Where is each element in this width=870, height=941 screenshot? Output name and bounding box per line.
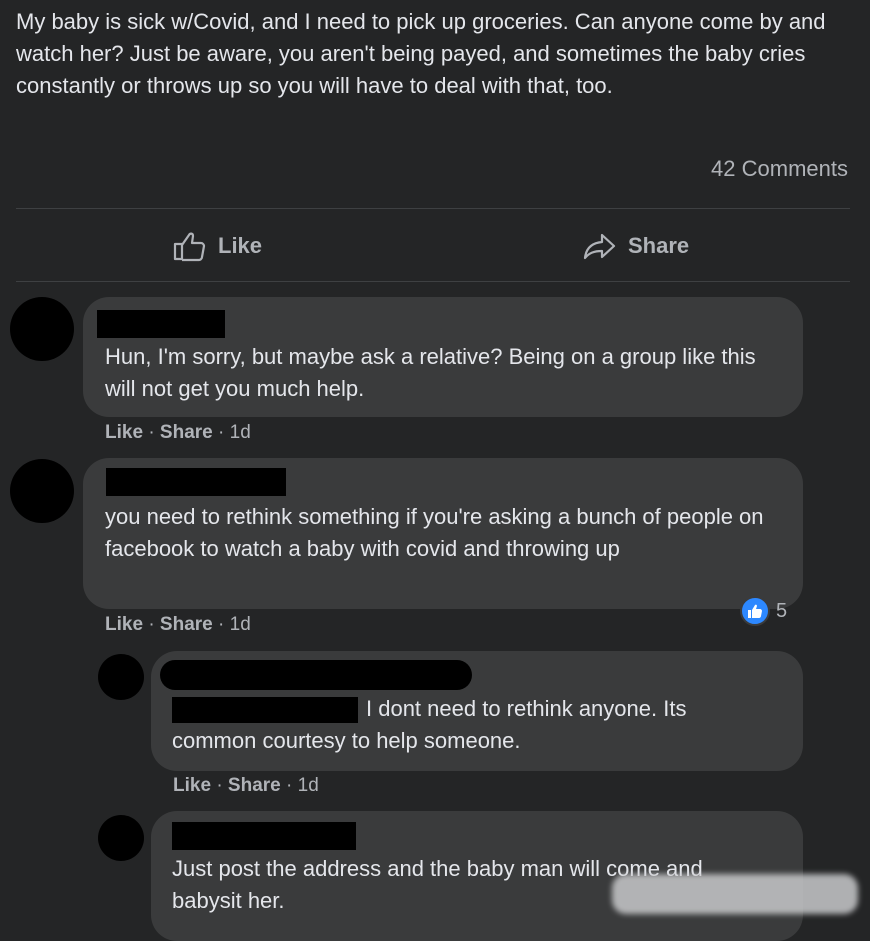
share-arrow-icon xyxy=(582,230,618,262)
share-button[interactable]: Share xyxy=(582,226,689,266)
comment-text: Hun, I'm sorry, but maybe ask a relative… xyxy=(105,344,756,401)
comment-share-link[interactable]: Share xyxy=(228,775,281,796)
divider xyxy=(16,208,850,209)
thumbs-up-icon xyxy=(172,230,208,262)
comment-count[interactable]: 42 Comments xyxy=(711,156,848,182)
reply-text-continued: common courtesy to help someone. xyxy=(172,728,521,753)
redacted-name xyxy=(97,310,225,338)
reaction-summary[interactable]: 5 xyxy=(740,596,787,626)
comment-meta: Like · Share · 1d xyxy=(105,614,251,635)
blurred-overlay xyxy=(612,874,858,914)
like-button[interactable]: Like xyxy=(172,226,262,266)
avatar[interactable] xyxy=(10,459,74,523)
redacted-tag xyxy=(172,697,358,723)
redacted-name xyxy=(106,468,286,496)
avatar[interactable] xyxy=(98,815,144,861)
avatar[interactable] xyxy=(10,297,74,361)
like-label: Like xyxy=(218,233,263,258)
comment-time[interactable]: 1d xyxy=(298,775,319,796)
comment-time[interactable]: 1d xyxy=(230,614,251,635)
comment-like-link[interactable]: Like xyxy=(173,775,211,796)
reply-text: I dont need to rethink anyone. Its xyxy=(366,696,687,721)
comment-time[interactable]: 1d xyxy=(230,422,251,443)
comment-meta: Like · Share · 1d xyxy=(105,422,251,443)
redacted-name xyxy=(172,822,356,850)
redacted-name xyxy=(160,660,472,690)
post-text: My baby is sick w/Covid, and I need to p… xyxy=(16,9,826,98)
comment-share-link[interactable]: Share xyxy=(160,614,213,635)
reaction-count: 5 xyxy=(776,599,788,622)
comment-text: you need to rethink something if you're … xyxy=(105,504,764,561)
share-label: Share xyxy=(628,233,690,258)
comment-share-link[interactable]: Share xyxy=(160,422,213,443)
avatar[interactable] xyxy=(98,654,144,700)
like-reaction-icon xyxy=(740,596,770,626)
divider xyxy=(16,281,850,282)
comment-like-link[interactable]: Like xyxy=(105,614,143,635)
comment-like-link[interactable]: Like xyxy=(105,422,143,443)
comment-meta: Like · Share · 1d xyxy=(173,775,319,796)
